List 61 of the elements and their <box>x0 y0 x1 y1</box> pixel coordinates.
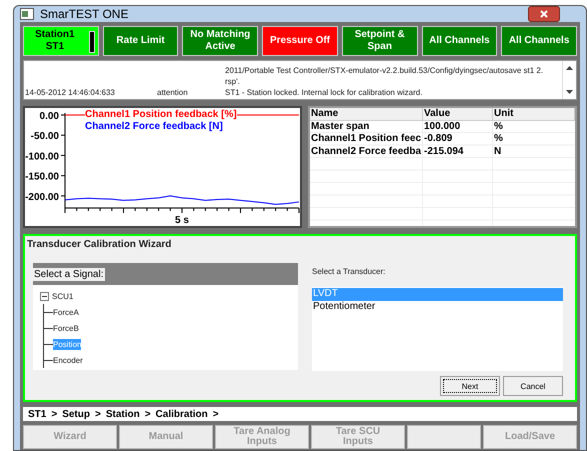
breadcrumb-item[interactable]: ST1 <box>28 408 46 420</box>
legend-label: Channel1 Position feedback [%] <box>85 109 237 121</box>
wizard-title: Transducer Calibration Wizard <box>27 239 172 250</box>
y-tick-label: -100.00 <box>25 151 59 162</box>
list-item[interactable]: Potentiometer <box>312 301 563 314</box>
table-cell-text: Master span <box>310 120 370 133</box>
window-title: SmarTEST ONE <box>40 7 128 21</box>
table-cell-text: Channel1 Position feec <box>310 133 422 146</box>
scroll-up-icon[interactable] <box>566 66 573 70</box>
legend-label: Channel2 Force feedback [N] <box>85 121 223 133</box>
signal-header-label: Select a Signal: <box>33 268 104 280</box>
indicator <box>88 31 95 53</box>
status-button[interactable]: Pressure Off <box>262 26 338 56</box>
y-tick-label: -50.00 <box>30 131 59 142</box>
table-cell-text: % <box>493 133 504 146</box>
log-message: ST1 - Station locked. Internal lock for calibration wizard. <box>225 87 422 98</box>
column-header: Unit <box>493 108 575 120</box>
status-button[interactable]: Station1 ST1 <box>23 26 99 56</box>
column-header: Name <box>310 108 423 120</box>
table-cell-text: Channel2 Force feedba <box>310 146 422 158</box>
breadcrumb-item: > <box>94 408 101 420</box>
table-cell-text: % <box>493 120 504 133</box>
collapse-icon[interactable] <box>40 292 49 300</box>
status-button[interactable]: All Channels <box>422 26 498 56</box>
y-tick-label: -200.00 <box>25 192 59 203</box>
breadcrumb-item: > <box>51 408 58 420</box>
cancel-button[interactable]: Cancel <box>503 376 563 396</box>
column-header: Value <box>423 108 493 120</box>
transducer-label: Select a Transducer: <box>312 267 386 276</box>
status-button[interactable]: All Channels <box>501 26 577 56</box>
list-item[interactable]: LVDT <box>312 288 563 301</box>
app-icon <box>20 8 34 20</box>
status-button[interactable]: No Matching Active <box>182 26 258 56</box>
status-button[interactable]: Rate Limit <box>102 26 178 56</box>
tree-item[interactable]: ForceA <box>53 306 79 318</box>
y-tick-label: -150.00 <box>25 172 59 183</box>
table-cell-text: 100.000 <box>423 120 462 133</box>
tree-item[interactable]: Encoder <box>53 354 83 366</box>
table-cell-text: -215.094 <box>423 146 464 158</box>
close-icon <box>540 10 548 18</box>
log-level: attention <box>157 87 189 98</box>
y-tick-label: 0.00 <box>40 111 59 122</box>
breadcrumb-item[interactable]: Calibration <box>156 408 208 420</box>
table-cell-text: -0.809 <box>423 133 454 146</box>
breadcrumb-item[interactable]: Setup <box>62 408 90 420</box>
close-button[interactable] <box>528 6 560 22</box>
next-button[interactable]: Next <box>440 376 500 396</box>
log-message: rsp'. <box>225 76 240 87</box>
tree-item[interactable]: ForceB <box>53 322 79 334</box>
log-time: 14-05-2012 14:46:04:633 <box>25 87 116 98</box>
log-message: 2011/Portable Test Controller/STX-emulator-v2.2.build.53/Config/dyingsec/autosave st1 2. <box>225 65 544 76</box>
x-axis-label: 5 s <box>175 215 189 226</box>
breadcrumb-item[interactable]: Station <box>106 408 140 420</box>
tree-item[interactable]: SCU1 <box>52 290 74 302</box>
scroll-bar[interactable] <box>562 61 576 99</box>
scroll-down-icon[interactable] <box>566 90 573 94</box>
status-button[interactable]: Setpoint & Span <box>342 26 418 56</box>
breadcrumb-item: > <box>144 408 151 420</box>
table-cell-text: N <box>493 146 502 158</box>
tree-item[interactable]: Position <box>53 338 82 350</box>
breadcrumb-item: > <box>212 408 219 420</box>
